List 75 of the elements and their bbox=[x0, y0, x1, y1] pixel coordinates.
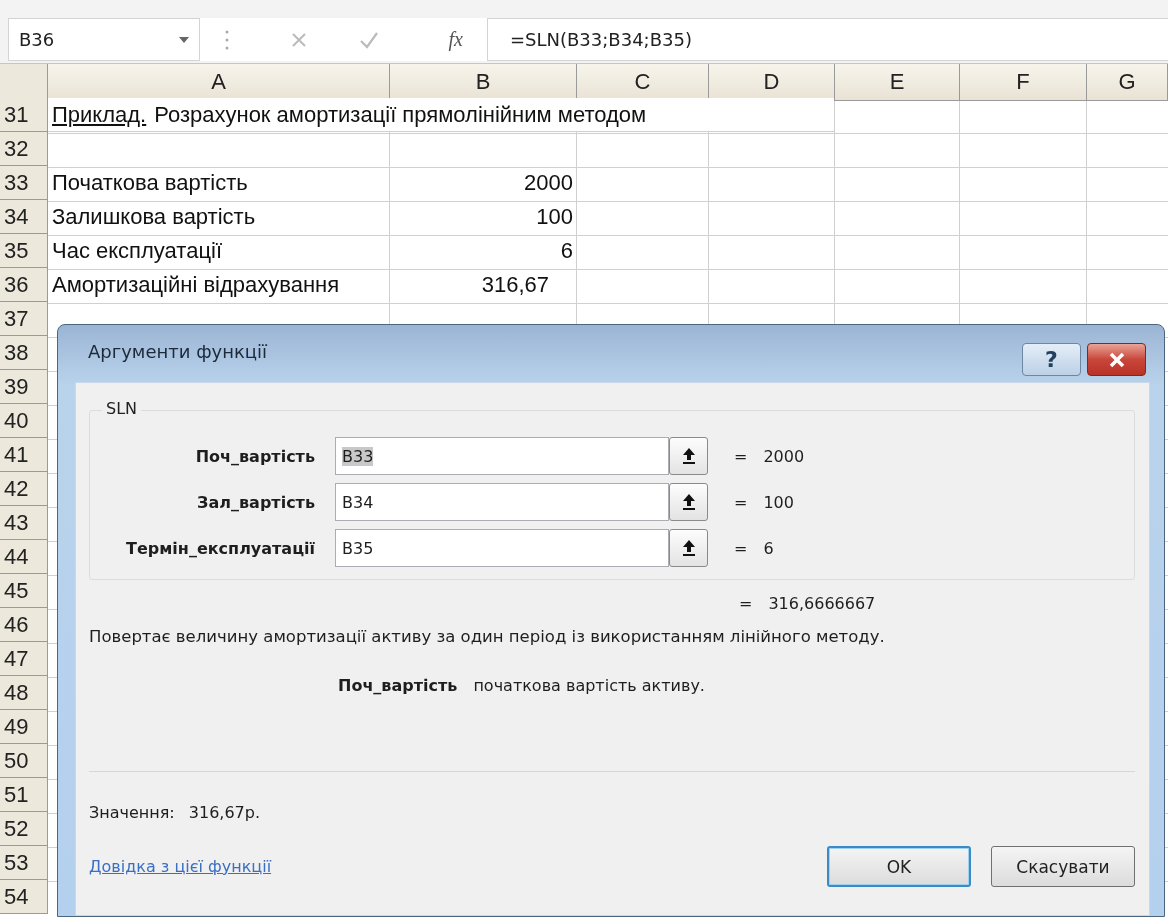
close-button[interactable] bbox=[1087, 343, 1146, 376]
row-header[interactable]: 49 bbox=[0, 710, 48, 744]
equals-sign: = bbox=[734, 538, 748, 558]
insert-function-button[interactable]: fx bbox=[448, 28, 463, 51]
argument-name: Поч_вартість bbox=[338, 675, 458, 695]
name-box[interactable]: B36 bbox=[8, 18, 200, 61]
table-cell-text: 100 bbox=[535, 203, 574, 231]
dropdown-icon[interactable] bbox=[179, 36, 189, 43]
equals-sign: = bbox=[739, 593, 753, 613]
table-cell-text: 2000 bbox=[523, 169, 574, 197]
cell-text: Розрахунок амортизації прямолінійним методом bbox=[154, 101, 647, 128]
argument-field[interactable]: B33 bbox=[335, 437, 669, 475]
grip-icon bbox=[225, 28, 229, 51]
row-header[interactable]: 40 bbox=[0, 404, 48, 438]
check-icon[interactable] bbox=[359, 30, 379, 49]
argument-field[interactable]: B35 bbox=[335, 529, 669, 567]
row-header[interactable]: 46 bbox=[0, 608, 48, 642]
table-cell-text: 6 bbox=[559, 237, 574, 265]
row-header[interactable]: 43 bbox=[0, 506, 48, 540]
upload-arrow-icon bbox=[680, 539, 697, 557]
equals-sign: = bbox=[734, 446, 748, 466]
table-cell-text: Амортизаційні відрахування bbox=[51, 271, 341, 299]
row-header[interactable]: 41 bbox=[0, 438, 48, 472]
row-header[interactable]: 34 bbox=[0, 200, 48, 234]
collapse-button[interactable] bbox=[669, 437, 708, 475]
row-header[interactable]: 51 bbox=[0, 778, 48, 812]
argument-field[interactable]: B34 bbox=[335, 483, 669, 521]
argument-label: Зал_вартість bbox=[196, 492, 316, 512]
row-header[interactable]: 32 bbox=[0, 132, 48, 166]
row-header[interactable]: 33 bbox=[0, 166, 48, 200]
row-header[interactable]: 44 bbox=[0, 540, 48, 574]
row-header[interactable]: 54 bbox=[0, 880, 48, 914]
cell-text: Приклад. bbox=[52, 101, 147, 128]
table-cell-text: Залишкова вартість bbox=[51, 203, 257, 231]
row-header[interactable]: 45 bbox=[0, 574, 48, 608]
column-header[interactable]: G bbox=[1087, 64, 1168, 101]
value-text: 316,67р. bbox=[188, 802, 260, 822]
row-header[interactable]: 42 bbox=[0, 472, 48, 506]
collapse-button[interactable] bbox=[669, 529, 708, 567]
dialog-title: Аргументи функції bbox=[88, 341, 268, 362]
row-header[interactable]: 52 bbox=[0, 812, 48, 846]
upload-arrow-icon bbox=[680, 447, 697, 465]
help-link[interactable]: Довідка з цієї функції bbox=[89, 857, 272, 876]
table-cell-text: Початкова вартість bbox=[51, 169, 249, 197]
help-button[interactable]: ? bbox=[1022, 343, 1081, 376]
table-cell-text: 316,67 bbox=[480, 271, 550, 299]
row-header[interactable]: 47 bbox=[0, 642, 48, 676]
argument-description: початкова вартість активу. bbox=[473, 675, 705, 695]
argument-label: Термін_експлуатації bbox=[125, 538, 316, 558]
row-header[interactable]: 31 bbox=[0, 98, 48, 132]
row-header[interactable]: 37 bbox=[0, 302, 48, 336]
argument-result: 6 bbox=[763, 538, 774, 558]
column-header[interactable]: E bbox=[835, 64, 960, 101]
row-header[interactable]: 39 bbox=[0, 370, 48, 404]
collapse-button[interactable] bbox=[669, 483, 708, 521]
column-header[interactable]: F bbox=[960, 64, 1087, 101]
formula-result: 316,6666667 bbox=[768, 593, 876, 613]
row-header[interactable]: 50 bbox=[0, 744, 48, 778]
argument-result: 2000 bbox=[763, 446, 805, 466]
upload-arrow-icon bbox=[680, 493, 697, 511]
formula-text[interactable]: =SLN(B33;B34;B35) bbox=[510, 29, 692, 50]
row-header[interactable]: 36 bbox=[0, 268, 48, 302]
function-description: Повертає величину амортизації активу за один період із використанням лінійного методу. bbox=[89, 625, 886, 648]
argument-label: Поч_вартість bbox=[194, 446, 316, 466]
row-header[interactable]: 35 bbox=[0, 234, 48, 268]
close-icon bbox=[1107, 351, 1126, 368]
dialog-button[interactable]: Скасувати bbox=[991, 846, 1135, 887]
dialog-button[interactable]: OK bbox=[827, 846, 971, 887]
row-header[interactable]: 48 bbox=[0, 676, 48, 710]
value-label: Значення: bbox=[89, 802, 175, 822]
table-cell-text: Час експлуатації bbox=[51, 237, 224, 265]
row-header[interactable]: 38 bbox=[0, 336, 48, 370]
argument-result: 100 bbox=[763, 492, 794, 512]
equals-sign: = bbox=[734, 492, 748, 512]
row-header[interactable]: 53 bbox=[0, 846, 48, 880]
